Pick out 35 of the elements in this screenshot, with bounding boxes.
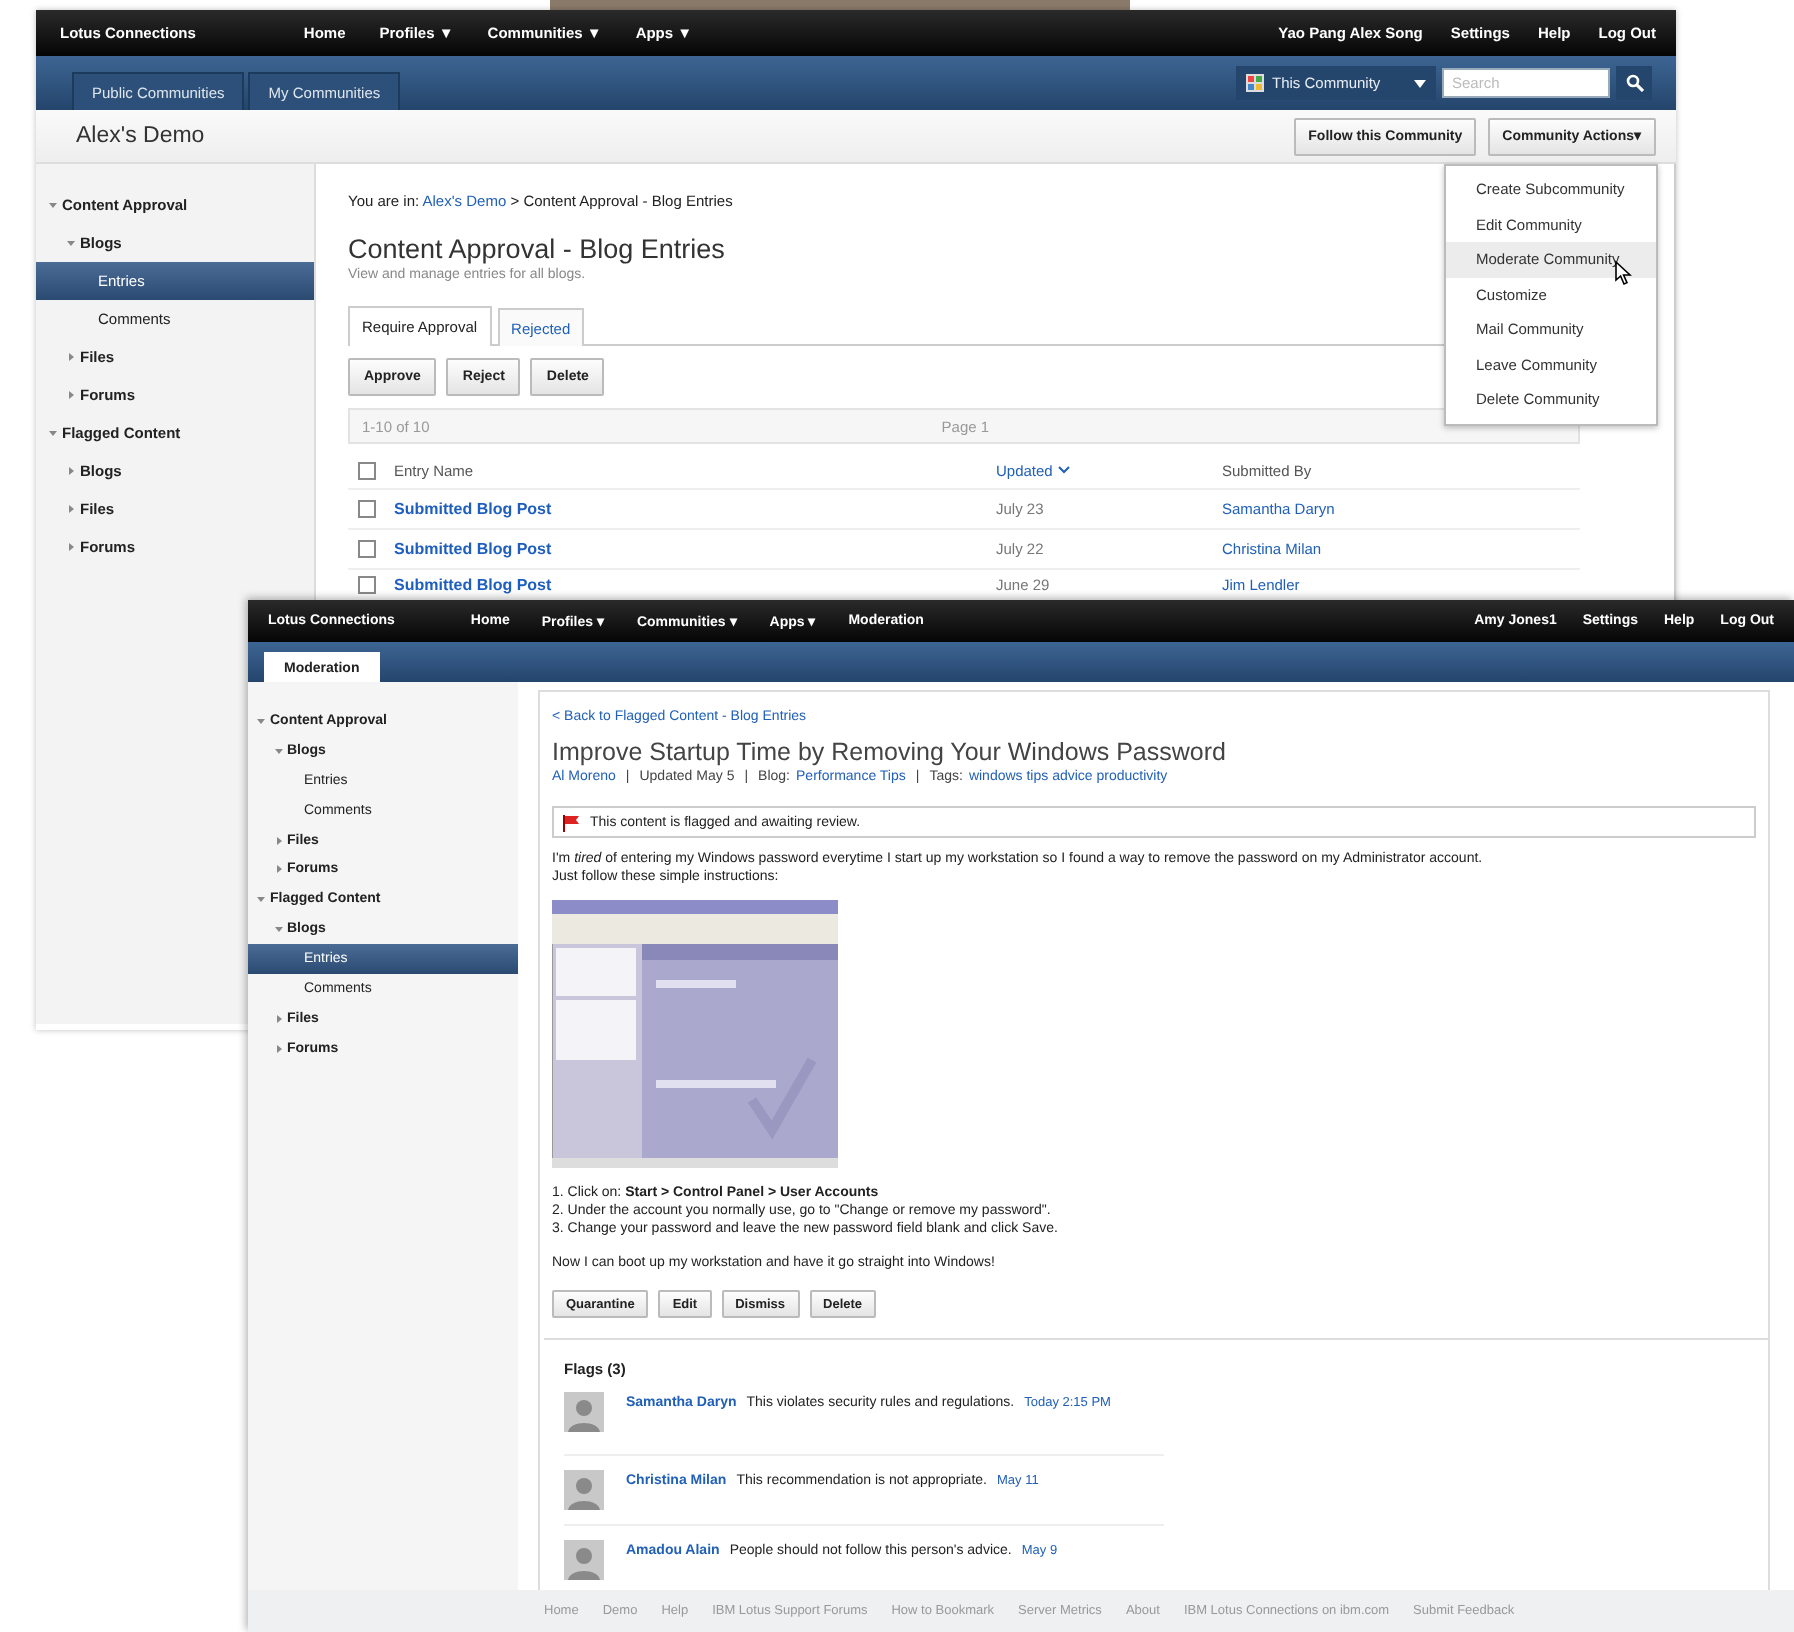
caret-down-icon[interactable]: [46, 426, 60, 440]
caret-right-icon[interactable]: [271, 862, 285, 877]
caret-down-icon[interactable]: [46, 198, 60, 212]
caret-right-icon[interactable]: [271, 1041, 285, 1056]
caret-right-icon[interactable]: [64, 502, 78, 516]
caret-down-icon[interactable]: [254, 892, 268, 907]
community-icon: [1246, 74, 1264, 92]
search-button[interactable]: [1616, 66, 1652, 100]
entry-link[interactable]: Submitted Blog Post: [394, 540, 552, 558]
entry-link[interactable]: Submitted Blog Post: [394, 500, 552, 518]
caret-down-icon[interactable]: [254, 713, 268, 728]
caret-right-icon[interactable]: [64, 540, 78, 554]
caret-down-icon[interactable]: [271, 922, 285, 937]
page-heading: Content Approval - Blog Entries: [348, 232, 725, 266]
caret-down-icon[interactable]: [271, 743, 285, 758]
entry-link[interactable]: Submitted Blog Post: [394, 576, 552, 594]
row-checkbox[interactable]: [358, 576, 376, 594]
avatar-icon: [564, 1470, 604, 1510]
avatar-icon: [564, 1540, 604, 1580]
row-checkbox[interactable]: [358, 500, 376, 518]
sort-caret-icon: [1058, 466, 1071, 474]
select-all-checkbox[interactable]: [358, 461, 376, 479]
community-title: Alex's Demo: [76, 124, 205, 148]
flag-icon: [562, 813, 580, 831]
caret-right-icon[interactable]: [64, 350, 78, 364]
row-checkbox[interactable]: [358, 540, 376, 558]
caret-right-icon[interactable]: [64, 388, 78, 402]
caret-down-icon[interactable]: [64, 236, 78, 250]
caret-right-icon[interactable]: [271, 1011, 285, 1026]
avatar-icon: [564, 1392, 604, 1432]
caret-right-icon[interactable]: [271, 833, 285, 847]
search-icon: [1625, 74, 1643, 92]
post-title: Improve Startup Time by Removing Your Windows Password: [552, 736, 1228, 768]
caret-down-icon: [1414, 79, 1426, 87]
caret-right-icon[interactable]: [64, 464, 78, 478]
